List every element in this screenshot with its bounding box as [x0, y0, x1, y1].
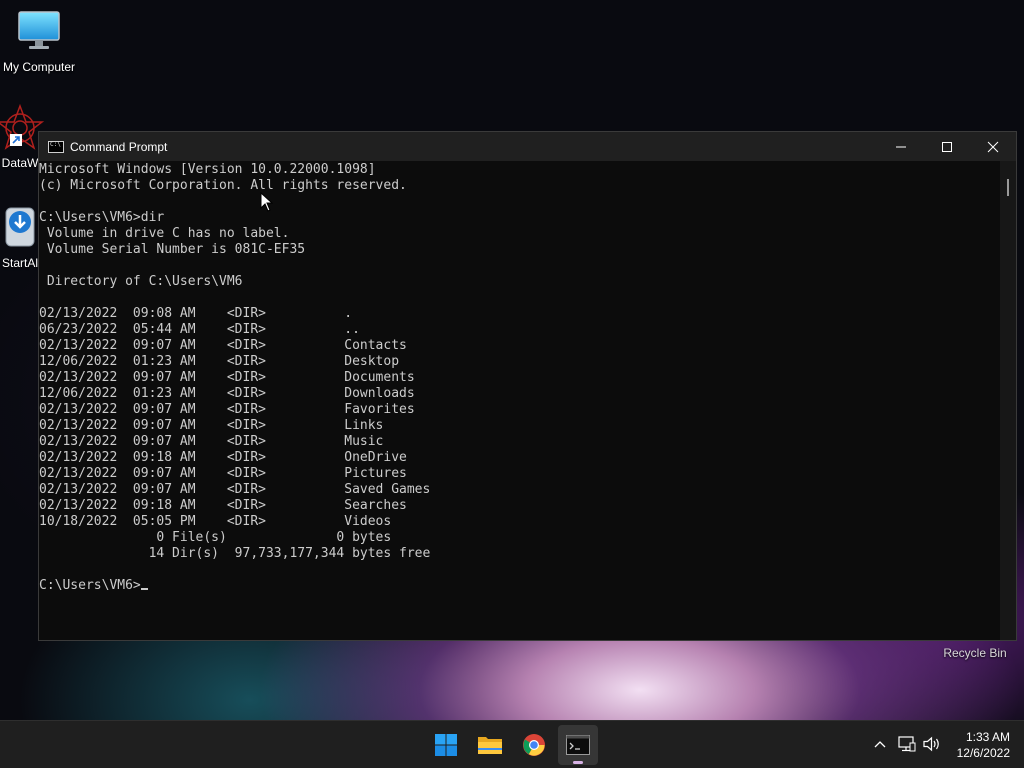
minimize-icon — [896, 146, 906, 147]
text-cursor — [140, 588, 148, 590]
console-output[interactable]: Microsoft Windows [Version 10.0.22000.10… — [39, 161, 1000, 640]
console-line: Volume Serial Number is 081C-EF35 — [39, 242, 306, 257]
volume-button[interactable] — [921, 733, 943, 755]
console-line: 10/18/2022 05:05 PM <DIR> Videos — [39, 514, 392, 529]
console-line: 12/06/2022 01:23 AM <DIR> Desktop — [39, 354, 400, 369]
show-hidden-icons-button[interactable] — [869, 733, 891, 755]
console-line: 02/13/2022 09:07 AM <DIR> Favorites — [39, 402, 415, 417]
volume-icon — [923, 736, 939, 752]
taskbar-clock[interactable]: 1:33 AM 12/6/2022 — [957, 729, 1010, 761]
desktop-icon-label: My Computer — [2, 60, 76, 74]
folder-icon — [478, 737, 502, 754]
network-status-button[interactable] — [896, 733, 918, 755]
chrome-button[interactable] — [514, 725, 554, 765]
active-app-indicator — [573, 761, 583, 764]
console-line: 02/13/2022 09:07 AM <DIR> Music — [39, 434, 384, 449]
console-line: 06/23/2022 05:44 AM <DIR> .. — [39, 322, 360, 337]
network-icon — [898, 736, 916, 752]
minimize-button[interactable] — [878, 132, 924, 161]
clock-time: 1:33 AM — [965, 730, 1010, 744]
console-line: 02/13/2022 09:07 AM <DIR> Contacts — [39, 338, 407, 353]
title-bar[interactable]: Command Prompt — [39, 132, 1016, 161]
window-title: Command Prompt — [70, 139, 168, 154]
console-line: 0 File(s) 0 bytes — [39, 530, 392, 545]
command-prompt-window[interactable]: Command Prompt Microsoft Windows [Versio… — [38, 131, 1017, 641]
desktop-icon-recycle-bin[interactable]: Recycle Bin — [936, 646, 1014, 660]
console-line: 02/13/2022 09:07 AM <DIR> Pictures — [39, 466, 407, 481]
chevron-up-icon — [874, 741, 886, 748]
desktop-icon-label: Recycle Bin — [943, 646, 1007, 660]
chrome-icon — [523, 734, 545, 756]
file-explorer-button[interactable] — [470, 725, 510, 765]
console-line: 02/13/2022 09:18 AM <DIR> OneDrive — [39, 450, 407, 465]
console-line: Volume in drive C has no label. — [39, 226, 290, 241]
start-button[interactable] — [426, 725, 466, 765]
console-line: C:\Users\VM6>dir — [39, 210, 165, 225]
console-line: Microsoft Windows [Version 10.0.22000.10… — [39, 162, 376, 177]
maximize-icon — [942, 141, 952, 152]
command-prompt-taskbar-button[interactable] — [558, 725, 598, 765]
desktop-icon-my-computer[interactable]: My Computer — [0, 8, 78, 74]
monitor-icon — [15, 8, 63, 56]
mouse-pointer-icon — [260, 192, 274, 212]
console-line: 02/13/2022 09:07 AM <DIR> Documents — [39, 370, 415, 385]
console-line: Directory of C:\Users\VM6 — [39, 274, 243, 289]
console-line: 12/06/2022 01:23 AM <DIR> Downloads — [39, 386, 415, 401]
console-prompt: C:\Users\VM6> — [39, 578, 141, 593]
console-line: (c) Microsoft Corporation. All rights re… — [39, 178, 407, 193]
clock-date: 12/6/2022 — [956, 746, 1010, 760]
console-line: 14 Dir(s) 97,733,177,344 bytes free — [39, 546, 431, 561]
scrollbar-thumb[interactable] — [1007, 179, 1009, 196]
close-button[interactable] — [970, 132, 1016, 161]
console-line: 02/13/2022 09:07 AM <DIR> Saved Games — [39, 482, 431, 497]
console-line: 02/13/2022 09:07 AM <DIR> Links — [39, 418, 384, 433]
maximize-button[interactable] — [924, 132, 970, 161]
close-icon — [987, 141, 999, 152]
cmd-icon — [48, 140, 64, 153]
windows-start-icon — [435, 734, 457, 756]
terminal-icon — [566, 735, 590, 755]
console-prompt-line[interactable]: C:\Users\VM6> — [39, 578, 1000, 594]
taskbar: 1:33 AM 12/6/2022 — [0, 720, 1024, 768]
vertical-scrollbar[interactable] — [1000, 161, 1016, 640]
console-line: 02/13/2022 09:18 AM <DIR> Searches — [39, 498, 407, 513]
console-line: 02/13/2022 09:08 AM <DIR> . — [39, 306, 353, 321]
